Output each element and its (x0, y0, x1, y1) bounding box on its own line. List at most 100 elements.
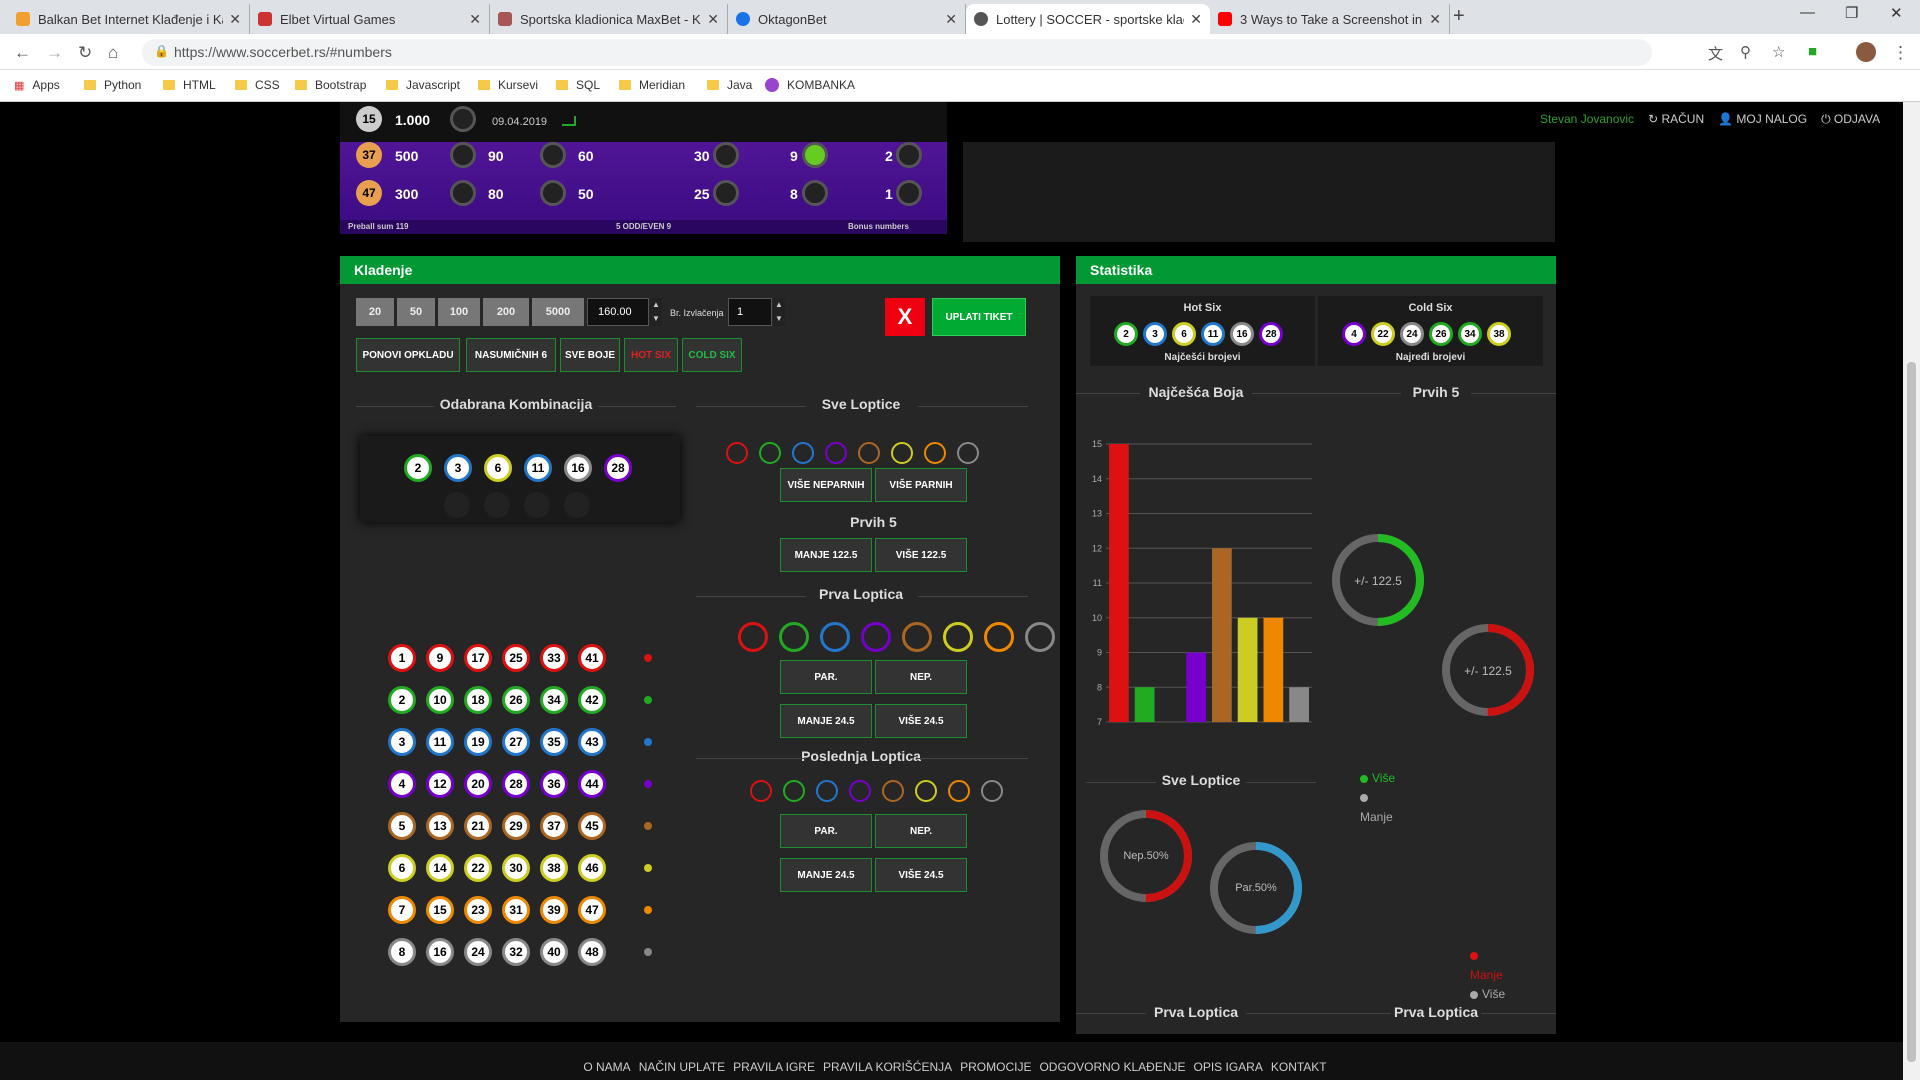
number-ball[interactable]: 22 (464, 854, 492, 882)
close-icon[interactable]: ✕ (1190, 11, 1202, 28)
number-ball[interactable]: 47 (578, 896, 606, 924)
bookmark-javascript[interactable]: Javascript (386, 78, 460, 92)
number-ball[interactable]: 38 (540, 854, 568, 882)
color-ring[interactable] (738, 622, 768, 652)
restore-button[interactable]: ❐ (1845, 4, 1858, 22)
menu-icon[interactable]: ⋮ (1892, 43, 1909, 63)
draws-input[interactable]: 1 (728, 298, 772, 326)
star-icon[interactable]: ☆ (1772, 43, 1785, 61)
number-ball[interactable]: 45 (578, 812, 606, 840)
number-ball[interactable]: 12 (426, 770, 454, 798)
number-ball[interactable]: 33 (540, 644, 568, 672)
number-ball[interactable]: 23 (464, 896, 492, 924)
number-ball[interactable]: 11 (426, 728, 454, 756)
color-ring[interactable] (779, 622, 809, 652)
posl-vise-button[interactable]: VIŠE 24.5 (875, 858, 967, 892)
number-ball[interactable]: 44 (578, 770, 606, 798)
draws-stepper[interactable]: ▲ ▼ (773, 298, 785, 326)
bookmark-python[interactable]: Python (84, 78, 141, 92)
new-tab-button[interactable]: + (1453, 5, 1465, 28)
number-ball[interactable]: 32 (502, 938, 530, 966)
color-ring[interactable] (891, 442, 913, 464)
footer-link[interactable]: KONTAKT (1271, 1060, 1327, 1080)
number-ball[interactable]: 24 (464, 938, 492, 966)
color-ring[interactable] (858, 442, 880, 464)
color-ring[interactable] (957, 442, 979, 464)
footer-link[interactable]: PRAVILA KORIŠĆENJA (823, 1060, 952, 1080)
number-ball[interactable]: 36 (540, 770, 568, 798)
number-ball[interactable]: 40 (540, 938, 568, 966)
posl-par-button[interactable]: PAR. (780, 814, 872, 848)
scrollbar-thumb[interactable] (1907, 362, 1916, 1062)
number-ball[interactable]: 20 (464, 770, 492, 798)
close-icon[interactable]: ✕ (707, 11, 719, 28)
posl-nep-button[interactable]: NEP. (875, 814, 967, 848)
sve-boje-button[interactable]: SVE BOJE (560, 338, 620, 372)
stake-100-button[interactable]: 100 (438, 298, 480, 326)
vise-1225-button[interactable]: VIŠE 122.5 (875, 538, 967, 572)
tab-oktagonbet[interactable]: OktagonBet ✕ (728, 4, 966, 34)
number-ball[interactable]: 27 (502, 728, 530, 756)
number-ball[interactable]: 28 (502, 770, 530, 798)
moj-nalog-link[interactable]: 👤 MOJ NALOG (1718, 112, 1807, 127)
vise-parnih-button[interactable]: VIŠE PARNIH (875, 468, 967, 502)
color-ring[interactable] (915, 780, 937, 802)
stake-5000-button[interactable]: 5000 (532, 298, 584, 326)
cold-six-button[interactable]: COLD SIX (682, 338, 742, 372)
color-ring[interactable] (948, 780, 970, 802)
stake-50-button[interactable]: 50 (397, 298, 435, 326)
bookmark-meridian[interactable]: Meridian (619, 78, 685, 92)
number-ball[interactable]: 2 (388, 686, 416, 714)
number-ball[interactable]: 48 (578, 938, 606, 966)
minimize-button[interactable]: — (1800, 4, 1815, 21)
tab-balkanbet[interactable]: Balkan Bet Internet Klađenje i Ka ✕ (8, 4, 250, 34)
posl-manje-button[interactable]: MANJE 24.5 (780, 858, 872, 892)
number-ball[interactable]: 1 (388, 644, 416, 672)
color-ring[interactable] (1025, 622, 1055, 652)
color-ring[interactable] (849, 780, 871, 802)
color-ring[interactable] (861, 622, 891, 652)
color-ring[interactable] (924, 442, 946, 464)
number-ball[interactable]: 46 (578, 854, 606, 882)
manje-1225-button[interactable]: MANJE 122.5 (780, 538, 872, 572)
color-ring[interactable] (981, 780, 1003, 802)
footer-link[interactable]: O NAMA (583, 1060, 630, 1080)
bookmark-css[interactable]: CSS (235, 78, 280, 92)
number-ball[interactable]: 18 (464, 686, 492, 714)
translate-icon[interactable]: 文 (1708, 43, 1723, 64)
hot-six-button[interactable]: HOT SIX (624, 338, 678, 372)
number-ball[interactable]: 14 (426, 854, 454, 882)
odjava-link[interactable]: ⏻ ODJAVA (1821, 112, 1880, 127)
reload-icon[interactable]: ↻ (78, 43, 92, 63)
number-ball[interactable]: 30 (502, 854, 530, 882)
footer-link[interactable]: ODGOVORNO KLAĐENJE (1039, 1060, 1185, 1080)
prva-manje-button[interactable]: MANJE 24.5 (780, 704, 872, 738)
number-ball[interactable]: 6 (388, 854, 416, 882)
number-ball[interactable]: 35 (540, 728, 568, 756)
stake-input[interactable]: 160.00 (587, 298, 649, 326)
number-ball[interactable]: 39 (540, 896, 568, 924)
cancel-button[interactable]: X (885, 298, 925, 336)
number-ball[interactable]: 8 (388, 938, 416, 966)
bookmark-apps[interactable]: ▦ Apps (14, 78, 60, 92)
vise-neparnih-button[interactable]: VIŠE NEPARNIH (780, 468, 872, 502)
bookmark-bootstrap[interactable]: Bootstrap (295, 78, 366, 92)
tab-youtube[interactable]: 3 Ways to Take a Screenshot in W ✕ (1210, 4, 1450, 34)
number-ball[interactable]: 37 (540, 812, 568, 840)
bookmark-kombanka[interactable]: KOMBANKA (765, 78, 855, 92)
forward-icon[interactable]: → (46, 43, 63, 63)
racun-link[interactable]: ↻ RAČUN (1648, 112, 1704, 127)
number-ball[interactable]: 21 (464, 812, 492, 840)
prva-nep-button[interactable]: NEP. (875, 660, 967, 694)
number-ball[interactable]: 3 (388, 728, 416, 756)
number-ball[interactable]: 29 (502, 812, 530, 840)
number-ball[interactable]: 7 (388, 896, 416, 924)
color-ring[interactable] (759, 442, 781, 464)
close-window-button[interactable]: ✕ (1890, 4, 1903, 22)
number-ball[interactable]: 10 (426, 686, 454, 714)
close-icon[interactable]: ✕ (469, 11, 481, 28)
footer-link[interactable]: PRAVILA IGRE (733, 1060, 815, 1080)
number-ball[interactable]: 42 (578, 686, 606, 714)
number-ball[interactable]: 19 (464, 728, 492, 756)
color-ring[interactable] (825, 442, 847, 464)
